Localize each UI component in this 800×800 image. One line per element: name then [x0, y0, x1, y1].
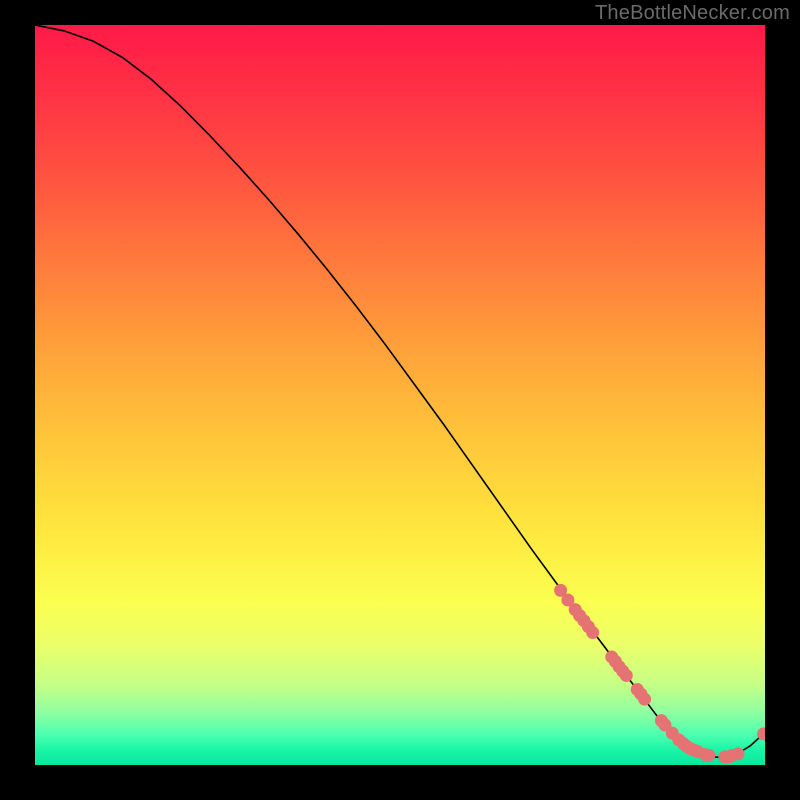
data-point — [731, 747, 744, 760]
data-point — [586, 626, 599, 639]
watermark-text: TheBottleNecker.com — [595, 2, 790, 25]
chart-svg — [35, 25, 765, 765]
chart-frame: TheBottleNecker.com — [0, 0, 800, 800]
data-point — [620, 669, 633, 682]
data-point — [702, 749, 715, 762]
bottleneck-curve — [35, 25, 765, 758]
plot-area — [35, 25, 765, 765]
data-point — [638, 693, 651, 706]
marker-group — [554, 584, 765, 764]
